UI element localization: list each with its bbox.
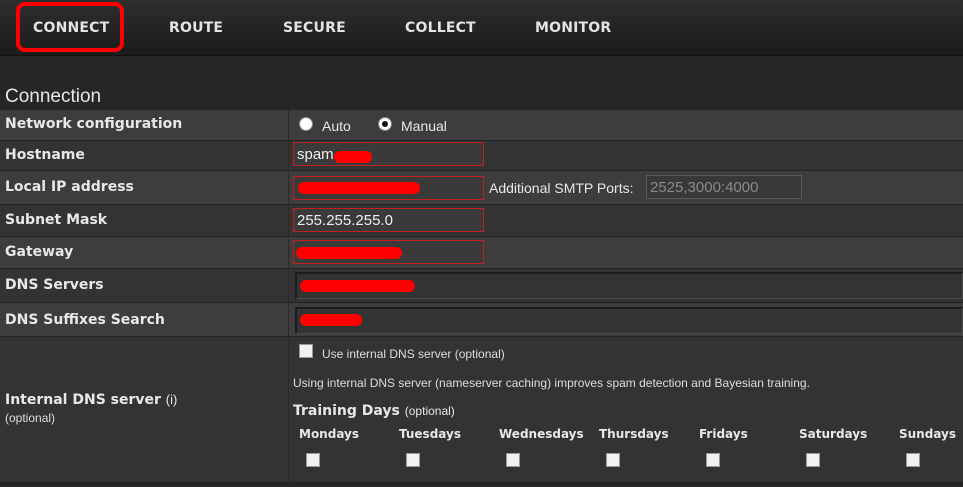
use-internal-dns-checkbox[interactable] [299,344,313,358]
tab-connect[interactable]: CONNECT [33,20,109,36]
redaction-mark [300,314,362,326]
training-days-label: Training Days [293,403,400,419]
training-days-optional: (optional) [404,404,455,418]
radio-manual[interactable] [378,117,392,131]
redaction-mark [298,182,420,194]
radio-auto-label: Auto [322,118,351,134]
dns-suffixes-label: DNS Suffixes Search [5,312,165,328]
day-label-wednesdays: Wednesdays [499,427,584,441]
checkbox-fridays[interactable] [706,453,720,467]
checkbox-tuesdays[interactable] [406,453,420,467]
row-dns-servers: DNS Servers [0,269,963,302]
tab-collect[interactable]: COLLECT [405,20,476,36]
row-network-configuration: Network configuration Auto Manual [0,110,963,140]
section-title: Connection [5,86,102,107]
row-hostname: Hostname spam [0,141,963,170]
internal-dns-description: Using internal DNS server (nameserver ca… [293,376,810,390]
redaction-mark [296,247,402,259]
row-local-ip: Local IP address Additional SMTP Ports: … [0,171,963,204]
tab-route[interactable]: ROUTE [169,20,223,36]
local-ip-label: Local IP address [5,179,134,195]
dns-servers-label: DNS Servers [5,277,104,293]
row-subnet-mask: Subnet Mask 255.255.255.0 [0,205,963,236]
radio-manual-label: Manual [401,118,447,134]
use-internal-dns-label: Use internal DNS server (optional) [322,347,505,361]
subnet-mask-label: Subnet Mask [5,212,108,228]
day-label-mondays: Mondays [299,427,360,441]
tab-monitor[interactable]: MONITOR [535,20,611,36]
checkbox-thursdays[interactable] [606,453,620,467]
checkbox-mondays[interactable] [306,453,320,467]
column-divider [288,110,289,487]
checkbox-saturdays[interactable] [806,453,820,467]
row-dns-suffixes: DNS Suffixes Search [0,303,963,336]
tab-secure[interactable]: SECURE [283,20,346,36]
top-navigation: CONNECT ROUTE SECURE COLLECT MONITOR [0,0,963,56]
subnet-mask-input[interactable]: 255.255.255.0 [293,208,484,232]
redaction-mark [334,151,372,163]
dns-suffixes-input[interactable] [295,307,963,334]
day-label-fridays: Fridays [699,427,748,441]
day-label-sundays: Sundays [899,427,957,441]
day-label-tuesdays: Tuesdays [399,427,461,441]
checkbox-wednesdays[interactable] [506,453,520,467]
redaction-mark [300,280,415,292]
radio-auto[interactable] [299,117,313,131]
training-days-title: Training Days (optional) [293,403,455,419]
day-label-saturdays: Saturdays [799,427,868,441]
hostname-input[interactable]: spam [293,142,484,166]
network-config-label: Network configuration [5,116,183,132]
internal-dns-label: Internal DNS server (i) [5,392,177,408]
row-gateway: Gateway [0,237,963,268]
checkbox-sundays[interactable] [906,453,920,467]
day-label-thursdays: Thursdays [599,427,669,441]
smtp-ports-label: Additional SMTP Ports: [489,180,634,196]
internal-dns-label-text: Internal DNS server [5,392,161,408]
info-icon[interactable]: (i) [166,392,178,407]
hostname-label: Hostname [5,147,85,163]
smtp-ports-input[interactable]: 2525,3000:4000 [646,175,802,199]
gateway-label: Gateway [5,244,74,260]
internal-dns-optional: (optional) [5,411,56,425]
